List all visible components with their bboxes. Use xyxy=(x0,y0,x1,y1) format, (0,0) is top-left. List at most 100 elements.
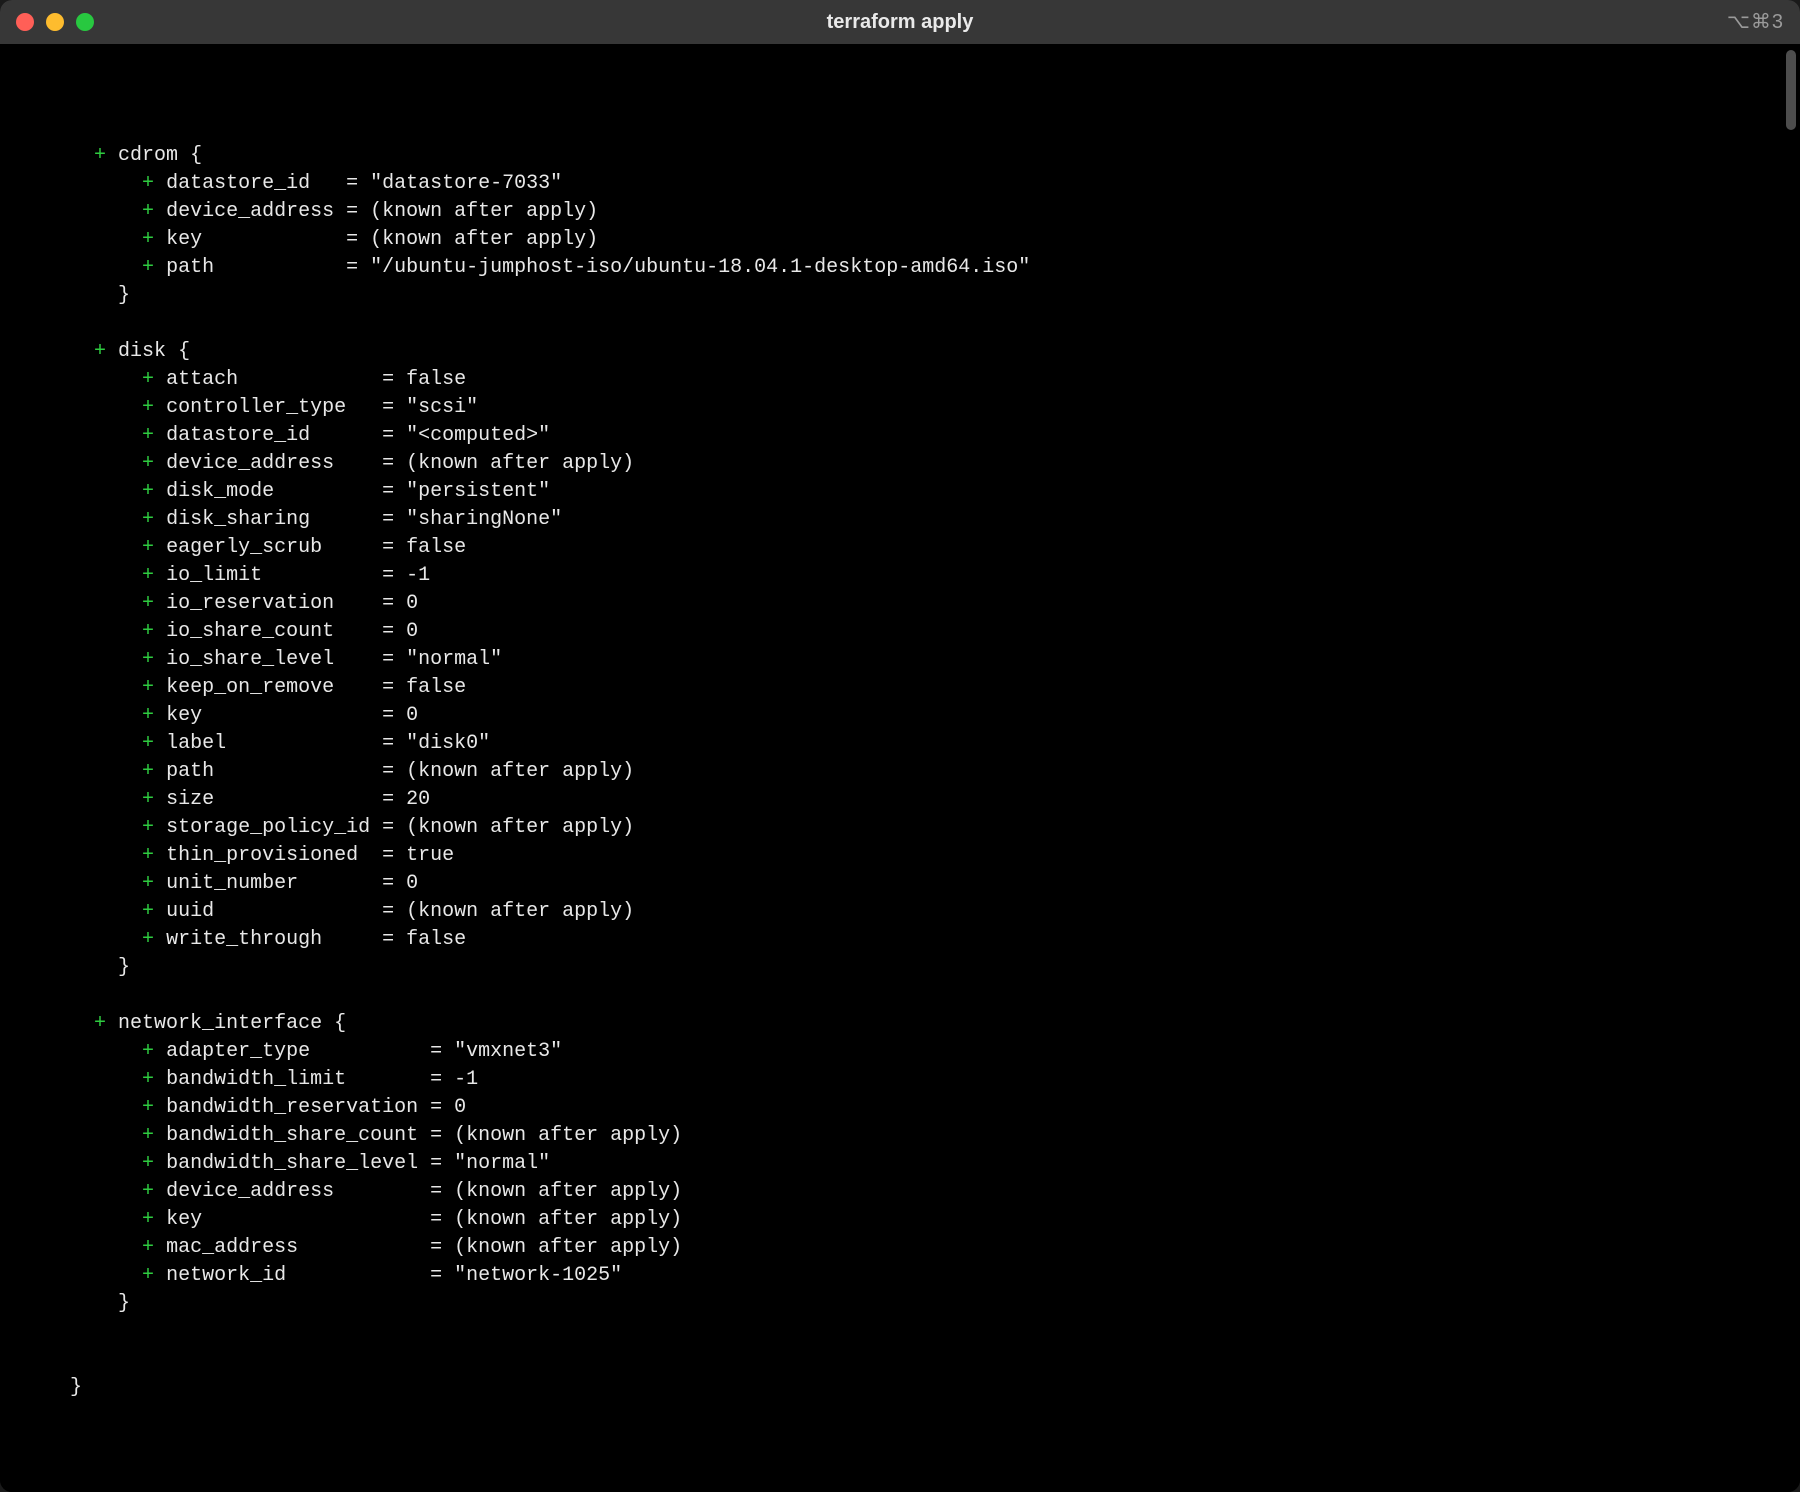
block-close: } xyxy=(22,1290,1778,1318)
attr-line: + thin_provisioned = true xyxy=(22,842,1778,870)
attr-value: -1 xyxy=(406,564,430,587)
plus-icon: + xyxy=(142,1208,154,1231)
plus-icon: + xyxy=(142,256,154,279)
plus-icon: + xyxy=(94,144,106,167)
window-title: terraform apply xyxy=(827,8,974,36)
attr-value: "datastore-7033" xyxy=(370,172,562,195)
plus-icon: + xyxy=(142,788,154,811)
attr-key: disk_mode xyxy=(166,480,370,503)
attr-value: false xyxy=(406,368,466,391)
terminal-body[interactable]: + cdrom { + datastore_id = "datastore-70… xyxy=(0,44,1800,1492)
block-name: network_interface xyxy=(118,1012,322,1035)
block-close: } xyxy=(22,954,1778,982)
attr-value: (known after apply) xyxy=(454,1180,682,1203)
attr-key: io_share_level xyxy=(166,648,370,671)
attr-key: attach xyxy=(166,368,370,391)
attr-value: "disk0" xyxy=(406,732,490,755)
attr-key: key xyxy=(166,704,370,727)
plus-icon: + xyxy=(142,1068,154,1091)
attr-line: + controller_type = "scsi" xyxy=(22,394,1778,422)
attr-value: "network-1025" xyxy=(454,1264,622,1287)
attr-key: label xyxy=(166,732,370,755)
attr-line: + adapter_type = "vmxnet3" xyxy=(22,1038,1778,1066)
attr-key: path xyxy=(166,256,334,279)
plan-output: + cdrom { + datastore_id = "datastore-70… xyxy=(22,142,1778,1318)
attr-key: io_share_count xyxy=(166,620,370,643)
attr-line: + write_through = false xyxy=(22,926,1778,954)
plus-icon: + xyxy=(142,480,154,503)
blank-line xyxy=(22,310,1778,338)
attr-line: + io_share_count = 0 xyxy=(22,618,1778,646)
attr-line: + io_reservation = 0 xyxy=(22,590,1778,618)
attr-line: + key = 0 xyxy=(22,702,1778,730)
plus-icon: + xyxy=(142,1124,154,1147)
attr-key: bandwidth_limit xyxy=(166,1068,418,1091)
plus-icon: + xyxy=(142,396,154,419)
attr-key: uuid xyxy=(166,900,370,923)
attr-key: mac_address xyxy=(166,1236,418,1259)
attr-value: (known after apply) xyxy=(370,228,598,251)
attr-key: device_address xyxy=(166,452,370,475)
attr-key: io_reservation xyxy=(166,592,370,615)
attr-value: false xyxy=(406,676,466,699)
attr-value: true xyxy=(406,844,454,867)
attr-key: eagerly_scrub xyxy=(166,536,370,559)
block-header: + network_interface { xyxy=(22,1010,1778,1038)
minimize-icon[interactable] xyxy=(46,13,64,31)
plus-icon: + xyxy=(94,340,106,363)
maximize-icon[interactable] xyxy=(76,13,94,31)
plus-icon: + xyxy=(142,844,154,867)
attr-key: path xyxy=(166,760,370,783)
attr-key: network_id xyxy=(166,1264,418,1287)
plus-icon: + xyxy=(142,760,154,783)
block-header: + cdrom { xyxy=(22,142,1778,170)
attr-key: key xyxy=(166,1208,418,1231)
attr-line: + attach = false xyxy=(22,366,1778,394)
titlebar: terraform apply ⌥⌘3 xyxy=(0,0,1800,44)
attr-value: (known after apply) xyxy=(406,452,634,475)
attr-key: io_limit xyxy=(166,564,370,587)
attr-line: + bandwidth_reservation = 0 xyxy=(22,1094,1778,1122)
plus-icon: + xyxy=(142,1264,154,1287)
plus-icon: + xyxy=(142,368,154,391)
plus-icon: + xyxy=(142,172,154,195)
attr-value: 0 xyxy=(406,592,418,615)
attr-line: + disk_sharing = "sharingNone" xyxy=(22,506,1778,534)
close-icon[interactable] xyxy=(16,13,34,31)
plus-icon: + xyxy=(142,676,154,699)
attr-line: + bandwidth_limit = -1 xyxy=(22,1066,1778,1094)
attr-value: "/ubuntu-jumphost-iso/ubuntu-18.04.1-des… xyxy=(370,256,1030,279)
plus-icon: + xyxy=(142,1180,154,1203)
attr-line: + datastore_id = "<computed>" xyxy=(22,422,1778,450)
attr-line: + eagerly_scrub = false xyxy=(22,534,1778,562)
block-close: } xyxy=(22,282,1778,310)
attr-line: + device_address = (known after apply) xyxy=(22,1178,1778,1206)
attr-value: (known after apply) xyxy=(454,1124,682,1147)
attr-value: "sharingNone" xyxy=(406,508,562,531)
attr-value: 0 xyxy=(454,1096,466,1119)
terminal-window: terraform apply ⌥⌘3 + cdrom { + datastor… xyxy=(0,0,1800,1492)
traffic-lights xyxy=(16,13,94,31)
plus-icon: + xyxy=(142,508,154,531)
attr-line: + size = 20 xyxy=(22,786,1778,814)
attr-value: (known after apply) xyxy=(406,816,634,839)
attr-key: storage_policy_id xyxy=(166,816,370,839)
attr-line: + mac_address = (known after apply) xyxy=(22,1234,1778,1262)
blank-line xyxy=(22,1458,1778,1486)
attr-key: unit_number xyxy=(166,872,370,895)
attr-value: (known after apply) xyxy=(406,760,634,783)
attr-value: "<computed>" xyxy=(406,424,550,447)
attr-line: + unit_number = 0 xyxy=(22,870,1778,898)
attr-line: + path = (known after apply) xyxy=(22,758,1778,786)
plus-icon: + xyxy=(142,1096,154,1119)
plus-icon: + xyxy=(142,200,154,223)
attr-line: + uuid = (known after apply) xyxy=(22,898,1778,926)
attr-key: disk_sharing xyxy=(166,508,370,531)
block-header: + disk { xyxy=(22,338,1778,366)
attr-key: device_address xyxy=(166,200,334,223)
attr-value: (known after apply) xyxy=(406,900,634,923)
attr-key: datastore_id xyxy=(166,172,334,195)
plus-icon: + xyxy=(142,1236,154,1259)
scrollbar-thumb[interactable] xyxy=(1786,50,1796,130)
plus-icon: + xyxy=(142,732,154,755)
